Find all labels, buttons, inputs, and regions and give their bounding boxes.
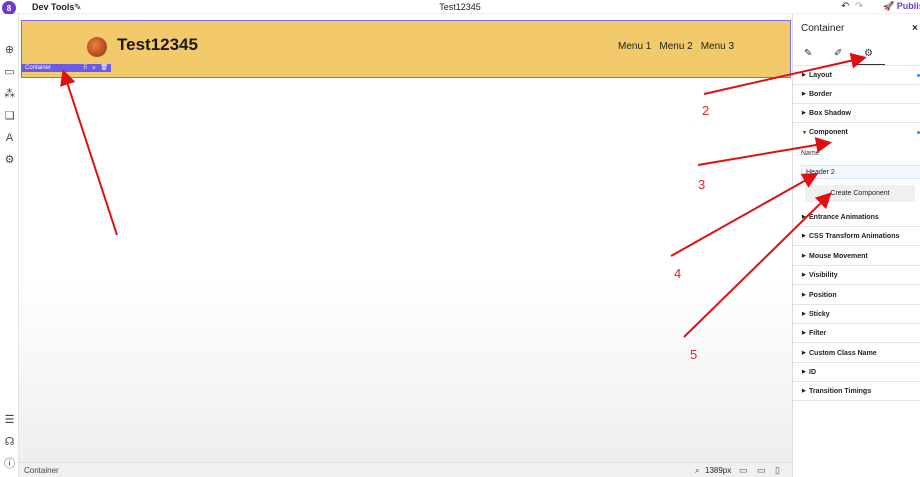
- menu-item[interactable]: Menu 1: [618, 41, 651, 52]
- component-name-input[interactable]: Header 2: [801, 165, 920, 179]
- caret-right-icon: ▶: [802, 233, 806, 239]
- menu-item[interactable]: Menu 3: [701, 41, 734, 52]
- drag-icon[interactable]: ⠿: [83, 64, 87, 71]
- status-bar: Container ⌕ 1389px ▭ ▭ ▯: [19, 462, 792, 477]
- add-icon[interactable]: ⊕: [3, 44, 16, 57]
- layout-icon[interactable]: ▭: [3, 66, 16, 79]
- tab-style-icon[interactable]: ✐: [834, 48, 842, 59]
- redo-icon[interactable]: ↷: [855, 1, 863, 12]
- undo-icon[interactable]: ↶: [841, 1, 849, 12]
- caret-right-icon: ▶: [802, 91, 806, 97]
- section-label: Component: [809, 129, 848, 136]
- section-mouse-movement[interactable]: ▶ Mouse Movement: [793, 247, 920, 266]
- section-label: Layout: [809, 71, 832, 79]
- caret-right-icon: ▶: [802, 214, 806, 220]
- section-component[interactable]: ▼ Component: [793, 123, 920, 142]
- section-custom-class-name[interactable]: ▶ Custom Class Name: [793, 344, 920, 363]
- logo-badge: 8: [6, 3, 12, 13]
- pages-icon[interactable]: ❏: [3, 110, 16, 123]
- mobile-icon[interactable]: ▯: [775, 465, 780, 476]
- section-visibility[interactable]: ▶ Visibility: [793, 266, 920, 285]
- section-position[interactable]: ▶ Position: [793, 286, 920, 305]
- section-entrance-animations[interactable]: ▶ Entrance Animations: [793, 208, 920, 227]
- step-number: 2: [702, 103, 710, 118]
- tab-settings-icon[interactable]: ⚙: [864, 48, 873, 59]
- section-css-transform-animations[interactable]: ▶ CSS Transform Animations: [793, 227, 920, 246]
- section-label: Custom Class Name: [809, 349, 877, 357]
- layers-icon[interactable]: ☰: [3, 414, 16, 427]
- close-icon[interactable]: ×: [912, 23, 918, 34]
- section-label: ID: [809, 368, 816, 376]
- pencil-icon[interactable]: ✎: [74, 2, 82, 13]
- container-selection-tag[interactable]: Container ⠿ ⌅ 🗑: [21, 64, 111, 72]
- publish-label: Publish: [896, 1, 920, 11]
- collapse-icon[interactable]: ⌅: [91, 64, 96, 71]
- search-icon[interactable]: ⌕: [695, 466, 699, 476]
- section-label: Transition Timings: [809, 387, 872, 395]
- container-tools: ⠿ ⌅ 🗑: [83, 64, 108, 71]
- selected-element-label: Container: [24, 466, 59, 475]
- section-label: Sticky: [809, 310, 830, 318]
- section-transition-timings[interactable]: ▶ Transition Timings: [793, 382, 920, 401]
- menu-item[interactable]: Menu 2: [659, 41, 692, 52]
- container-tag-label: Container: [25, 65, 52, 71]
- app-logo[interactable]: 8: [2, 1, 16, 15]
- caret-right-icon: ▶: [802, 311, 806, 317]
- canvas-width-value[interactable]: 1389px: [705, 466, 731, 475]
- caret-right-icon: ▶: [802, 253, 806, 259]
- caret-down-icon: ▼: [802, 129, 807, 136]
- section-label: Box Shadow: [809, 109, 852, 117]
- top-bar: 8 Dev Tools ✎ Test12345 ↶ ↷ 🚀 Publish: [0, 0, 920, 15]
- site-menu: Menu 1 Menu 2 Menu 3: [618, 41, 734, 52]
- support-icon[interactable]: ☊: [3, 436, 16, 449]
- caret-right-icon: ▶: [802, 272, 806, 278]
- active-tab-indicator: [855, 64, 885, 65]
- step-number: 4: [674, 266, 682, 281]
- info-icon[interactable]: ⓘ: [3, 458, 16, 471]
- components-icon[interactable]: ⁂: [3, 88, 16, 101]
- tablet-icon[interactable]: ▭: [757, 465, 766, 476]
- section-label: Filter: [809, 329, 827, 337]
- caret-right-icon: ▶: [802, 330, 806, 336]
- section-box-shadow[interactable]: ▶ Box Shadow: [793, 104, 920, 123]
- header-container[interactable]: Test12345 Menu 1 Menu 2 Menu 3: [21, 20, 791, 78]
- section-label: Position: [809, 291, 837, 299]
- section-sticky[interactable]: ▶ Sticky: [793, 305, 920, 324]
- section-label: Mouse Movement: [809, 252, 868, 260]
- caret-right-icon: ▶: [802, 72, 806, 78]
- section-label: Entrance Animations: [809, 213, 879, 221]
- section-layout[interactable]: ▶ Layout: [793, 66, 920, 85]
- section-border[interactable]: ▶ Border: [793, 85, 920, 104]
- panel-title: Container: [801, 23, 845, 34]
- caret-right-icon: ▶: [802, 388, 806, 394]
- desktop-icon[interactable]: ▭: [739, 465, 748, 476]
- section-filter[interactable]: ▶ Filter: [793, 324, 920, 343]
- section-id[interactable]: ▶ ID: [793, 363, 920, 382]
- caret-right-icon: ▶: [802, 369, 806, 375]
- caret-right-icon: ▶: [802, 292, 806, 298]
- site-title: Test12345: [117, 35, 198, 54]
- publish-button[interactable]: 🚀 Publish: [883, 1, 920, 12]
- tab-edit-icon[interactable]: ✎: [804, 48, 812, 59]
- editor-canvas[interactable]: Test12345 Menu 1 Menu 2 Menu 3 Container…: [19, 14, 792, 462]
- section-label: Border: [809, 90, 832, 98]
- page-title: Test12345: [439, 2, 481, 12]
- step-number: 5: [690, 347, 698, 362]
- left-rail: ⊕ ▭ ⁂ ❏ A ⚙ ☰ ☊ ⓘ: [0, 14, 19, 477]
- component-name-label: Name: [801, 150, 820, 157]
- settings-icon[interactable]: ⚙: [3, 154, 16, 167]
- typography-icon[interactable]: A: [3, 132, 16, 145]
- section-label: CSS Transform Animations: [809, 232, 900, 240]
- section-label: Visibility: [809, 271, 838, 279]
- create-component-button[interactable]: Create Component: [805, 185, 915, 202]
- step-number: 3: [698, 177, 706, 192]
- delete-icon[interactable]: 🗑: [100, 64, 108, 71]
- caret-right-icon: ▶: [802, 350, 806, 356]
- properties-panel: Container × ✎ ✐ ⚙ ▶ Layout ▶ Border ▶ Box S…: [792, 14, 920, 477]
- caret-right-icon: ▶: [802, 110, 806, 116]
- site-logo-icon: [87, 37, 107, 57]
- app-title[interactable]: Dev Tools: [32, 2, 74, 12]
